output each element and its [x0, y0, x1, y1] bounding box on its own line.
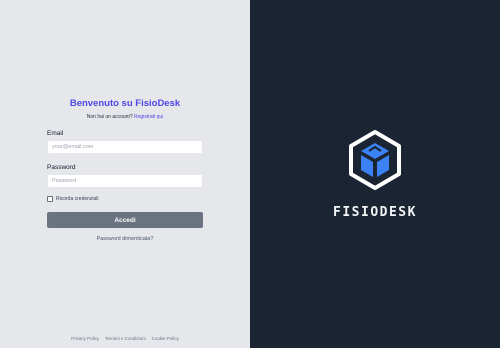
page-title: Benvenuto su FisioDesk — [69, 98, 181, 109]
login-button[interactable]: Accedi — [47, 212, 203, 228]
no-account-text: Non hai un account? — [86, 114, 133, 120]
footer-links: Privacy Policy Termini e Condizioni Cook… — [0, 336, 250, 341]
email-field[interactable] — [47, 140, 203, 154]
password-field[interactable] — [47, 174, 203, 188]
password-label: Password — [47, 164, 76, 171]
email-label: Email — [47, 130, 64, 137]
remember-row: Ricorda credenziali — [47, 196, 203, 202]
brand-panel: FISIODESK — [250, 0, 500, 348]
register-prompt: Non hai un account? Registrati qui — [47, 114, 203, 120]
terms-link[interactable]: Termini e Condizioni — [105, 336, 146, 341]
remember-label: Ricorda credenziali — [56, 196, 99, 202]
cookie-policy-link[interactable]: Cookie Policy — [152, 336, 179, 341]
brand-name: FISIODESK — [333, 204, 417, 220]
cube-hexagon-icon — [349, 129, 401, 190]
login-form: Benvenuto su FisioDesk Non hai un accoun… — [47, 98, 203, 242]
forgot-password-link[interactable]: Password dimenticata? — [47, 236, 203, 242]
remember-checkbox[interactable] — [47, 196, 53, 202]
privacy-policy-link[interactable]: Privacy Policy — [71, 336, 99, 341]
register-link[interactable]: Registrati qui — [134, 114, 163, 120]
login-panel: Benvenuto su FisioDesk Non hai un accoun… — [0, 0, 250, 348]
